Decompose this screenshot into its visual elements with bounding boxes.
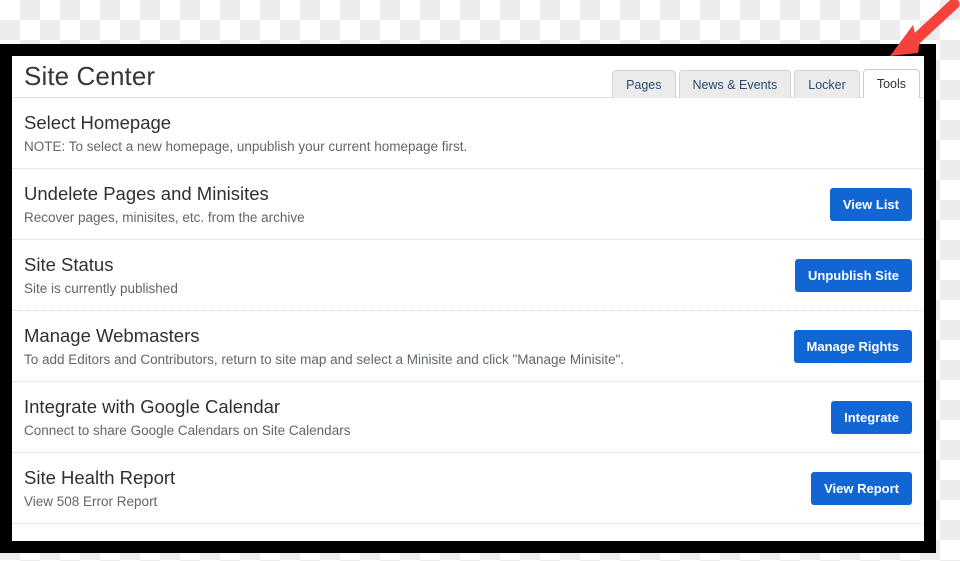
tool-row-site-health-report: Site Health Report View 508 Error Report V… <box>12 453 924 524</box>
row-title: Manage Webmasters <box>24 325 200 346</box>
tab-tools[interactable]: Tools <box>862 68 920 99</box>
row-action: Unpublish Site <box>795 259 912 292</box>
row-text: Log into User SitesLogin to published us… <box>24 537 856 541</box>
tool-row-undelete-pages-and-minisites: Undelete Pages and Minisites Recover page… <box>12 169 924 240</box>
row-text: Integrate with Google Calendar Connect to… <box>24 395 815 440</box>
row-text: Select Homepage NOTE: To select a new hom… <box>24 111 912 156</box>
row-text: Site Health Report View 508 Error Report <box>24 466 795 511</box>
unpublish-site-button[interactable]: Unpublish Site <box>795 259 912 292</box>
row-text: Manage Webmasters To add Editors and Cont… <box>24 324 778 369</box>
tool-row-site-status: Site Status Site is currently published Un… <box>12 240 924 311</box>
row-text: Undelete Pages and Minisites Recover page… <box>24 182 814 227</box>
row-title: Integrate with Google Calendar <box>24 396 281 417</box>
tab-locker[interactable]: Locker <box>794 69 860 99</box>
tool-row-log-into-user-sites: Log into User SitesLogin to published us… <box>12 524 924 541</box>
row-action: Manage Rights <box>793 330 912 363</box>
row-description: Site is currently published <box>24 281 178 296</box>
tool-row-manage-webmasters: Manage Webmasters To add Editors and Cont… <box>12 311 924 382</box>
view-report-button[interactable]: View Report <box>811 472 912 505</box>
row-description: Recover pages, minisites, etc. from the … <box>24 210 305 225</box>
row-description: To add Editors and Contributors, return … <box>24 352 625 367</box>
page-title: Site Center <box>24 61 156 91</box>
row-description: View 508 Error Report <box>24 494 158 509</box>
tab-news-events[interactable]: News & Events <box>678 69 792 99</box>
tab-pages[interactable]: Pages <box>612 69 676 99</box>
row-title: Select Homepage <box>24 112 172 133</box>
row-description: Connect to share Google Calendars on Sit… <box>24 423 351 438</box>
row-title: Log into User Sites <box>24 537 856 541</box>
row-title: Undelete Pages and Minisites <box>24 183 269 204</box>
tool-row-integrate-with-google-calendar: Integrate with Google Calendar Connect to… <box>12 382 924 453</box>
tools-list: Select Homepage NOTE: To select a new hom… <box>12 98 924 541</box>
row-description: NOTE: To select a new homepage, unpublis… <box>24 139 468 154</box>
row-title: Site Status <box>24 254 114 275</box>
tool-row-select-homepage: Select Homepage NOTE: To select a new hom… <box>12 98 924 169</box>
row-action: View List <box>829 188 912 221</box>
tab-strip: Pages News & Events Locker Tools <box>612 68 920 99</box>
row-text: Site Status Site is currently published <box>24 253 779 298</box>
row-action: Integrate <box>831 401 912 434</box>
window-content: Site Center Pages News & Events Locker Tool… <box>12 56 924 541</box>
app-header: Site Center Pages News & Events Locker Tool… <box>12 56 924 99</box>
row-title: Site Health Report <box>24 467 176 488</box>
integrate-button[interactable]: Integrate <box>831 401 912 434</box>
manage-rights-button[interactable]: Manage Rights <box>793 330 912 363</box>
site-center-window: Site Center Pages News & Events Locker Tool… <box>0 44 936 553</box>
row-action: View Report <box>811 472 912 505</box>
view-list-button[interactable]: View List <box>829 188 912 221</box>
